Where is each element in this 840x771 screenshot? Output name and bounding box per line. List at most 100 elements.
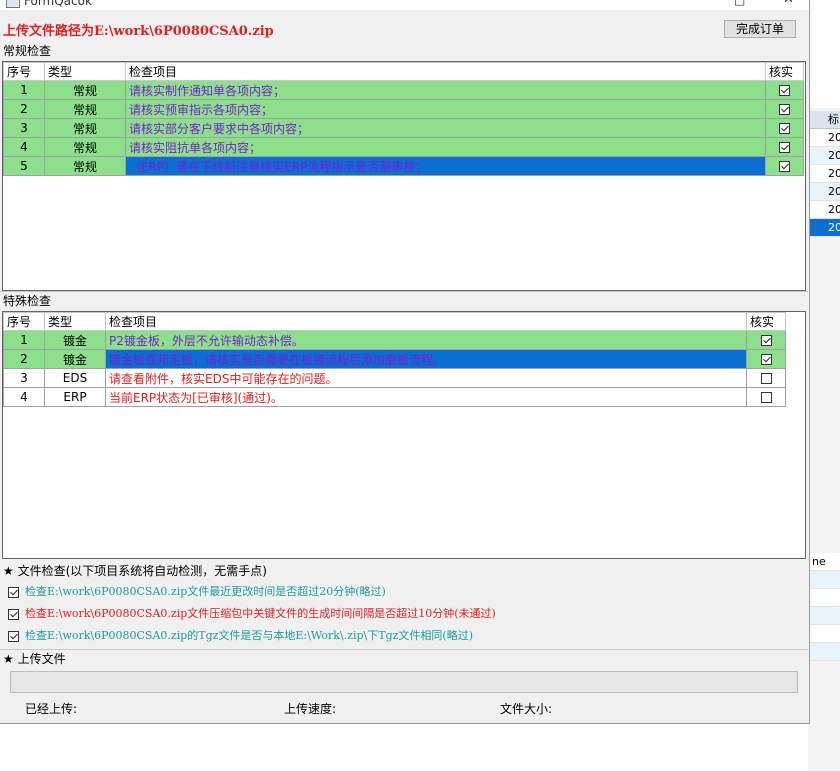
row-no: 3	[3, 118, 45, 138]
verify-checkbox[interactable]	[779, 85, 790, 96]
row-no: 3	[3, 368, 45, 388]
row-no: 4	[3, 137, 45, 157]
header-item[interactable]: 检查项目	[125, 62, 766, 81]
file-check-item[interactable]: 检查E:\work\6P0080CSA0.zip文件最近更改时间是否超过20分钟…	[8, 583, 386, 599]
upload-file-header: ★ 上传文件	[3, 652, 66, 666]
special-check-grid[interactable]: 序号 类型 检查项目 核实 1 镀金 P2镀金板，外层不允许输动态补偿。 2 镀…	[2, 311, 806, 559]
row-no: 1	[3, 80, 45, 100]
background-table-2-row[interactable]	[808, 607, 840, 625]
close-icon[interactable]: ✕	[783, 0, 794, 7]
background-table-row[interactable]: 20	[808, 183, 840, 201]
table-row[interactable]: 2 镀金 镀金板或邦定板，请核实是否需要在板镀流程后添加磨板流程。	[3, 349, 786, 369]
general-check-grid[interactable]: 序号 类型 检查项目 核实 1 常规 请核实制作通知单各项内容； 2 常规 请核…	[2, 61, 806, 291]
app-icon	[6, 0, 20, 8]
window-title: FormQacok	[24, 0, 92, 8]
verify-cell[interactable]	[765, 118, 804, 138]
upload-path-label: 上传文件路径为E:\work\6P0080CSA0.zip	[3, 24, 274, 39]
table-row[interactable]: 4 常规 请核实阻抗单各项内容；	[3, 137, 804, 157]
header-verify[interactable]: 核实	[765, 62, 804, 81]
divider	[0, 649, 808, 650]
table-row[interactable]: 5 常规 （ERP）请在下线前注意核实ERP流程指示是否漏审核；	[3, 156, 804, 176]
maximize-icon[interactable]: □	[734, 0, 745, 7]
table-row[interactable]: 2 常规 请核实预审指示各项内容；	[3, 99, 804, 119]
row-no: 1	[3, 330, 45, 350]
uploaded-label: 已经上传:	[25, 702, 78, 716]
row-no: 2	[3, 99, 45, 119]
file-check-checkbox[interactable]	[8, 586, 19, 598]
row-type: 常规	[44, 118, 126, 138]
background-table-2-row[interactable]	[808, 625, 840, 643]
header-type[interactable]: 类型	[44, 62, 126, 81]
row-type: 常规	[44, 80, 126, 100]
row-item: P2镀金板，外层不允许输动态补偿。	[105, 330, 747, 350]
background-app: 标 20 20 20 20 20 20 ne	[808, 0, 840, 771]
row-item-selected: （ERP）请在下线前注意核实ERP流程指示是否漏审核；	[125, 156, 766, 176]
background-table-2-row[interactable]	[808, 643, 840, 661]
table-row[interactable]: 3 EDS 请查看附件，核实EDS中可能存在的问题。	[3, 368, 786, 388]
verify-checkbox[interactable]	[779, 104, 790, 115]
table-row[interactable]: 4 ERP 当前ERP状态为[已审核](通过)。	[3, 387, 786, 407]
header-verify[interactable]: 核实	[746, 312, 786, 331]
background-table-2: ne	[808, 553, 840, 661]
row-no: 2	[3, 349, 45, 369]
row-item: 请核实预审指示各项内容；	[125, 99, 766, 119]
row-item: 当前ERP状态为[已审核](通过)。	[105, 387, 747, 407]
file-check-checkbox[interactable]	[8, 630, 19, 642]
file-check-text: 检查E:\work\6P0080CSA0.zip文件最近更改时间是否超过20分钟…	[25, 585, 386, 598]
header-type[interactable]: 类型	[44, 312, 106, 331]
table-row[interactable]: 1 镀金 P2镀金板，外层不允许输动态补偿。	[3, 330, 786, 350]
row-type: 镀金	[44, 349, 106, 369]
row-type: 常规	[44, 156, 126, 176]
table-row[interactable]: 1 常规 请核实制作通知单各项内容；	[3, 80, 804, 100]
row-item: 请核实阻抗单各项内容；	[125, 137, 766, 157]
verify-checkbox[interactable]	[779, 161, 790, 172]
row-no: 5	[3, 156, 45, 176]
special-check-label: 特殊检查	[3, 294, 52, 308]
background-table-header: 标	[808, 111, 840, 129]
background-table-2-row[interactable]	[808, 589, 840, 607]
background-table-row[interactable]: 20	[808, 147, 840, 165]
background-app-blank	[808, 0, 840, 108]
splitter[interactable]	[0, 291, 808, 292]
verify-cell[interactable]	[765, 137, 804, 157]
row-item: 请查看附件，核实EDS中可能存在的问题。	[105, 368, 747, 388]
file-check-checkbox[interactable]	[8, 608, 19, 620]
table-row[interactable]: 3 常规 请核实部分客户要求中各项内容；	[3, 118, 804, 138]
row-no: 4	[3, 387, 45, 407]
verify-cell[interactable]	[746, 387, 786, 407]
verify-checkbox[interactable]	[779, 142, 790, 153]
grid-header-row: 序号 类型 检查项目 核实	[3, 62, 804, 81]
background-table: 标 20 20 20 20 20 20	[808, 111, 840, 237]
background-table-2-row[interactable]	[808, 571, 840, 589]
complete-order-button[interactable]: 完成订单	[724, 20, 796, 38]
file-size-label: 文件大小:	[500, 702, 553, 716]
row-type: 常规	[44, 99, 126, 119]
title-bar[interactable]: FormQacok □ ✕	[0, 0, 809, 10]
verify-cell[interactable]	[765, 156, 804, 176]
background-table-row[interactable]: 20	[808, 129, 840, 147]
verify-checkbox[interactable]	[760, 392, 772, 403]
background-table-row[interactable]: 20	[808, 165, 840, 183]
background-table-row[interactable]: 20	[808, 201, 840, 219]
form-window: FormQacok □ ✕ 上传文件路径为E:\work\6P0080CSA0.…	[0, 0, 810, 724]
verify-cell[interactable]	[746, 330, 786, 350]
verify-checkbox[interactable]	[760, 373, 772, 384]
verify-checkbox[interactable]	[760, 354, 772, 365]
header-no[interactable]: 序号	[3, 312, 45, 331]
background-table-row[interactable]: 20	[808, 219, 840, 237]
verify-cell[interactable]	[746, 349, 786, 369]
file-check-item[interactable]: 检查E:\work\6P0080CSA0.zip的Tgz文件是否与本地E:\Wo…	[8, 627, 473, 643]
upload-progress-bar	[10, 671, 798, 693]
verify-checkbox[interactable]	[779, 123, 790, 134]
verify-checkbox[interactable]	[760, 335, 772, 346]
verify-cell[interactable]	[765, 99, 804, 119]
verify-cell[interactable]	[765, 80, 804, 100]
general-check-label: 常规检查	[3, 44, 52, 58]
verify-cell[interactable]	[746, 368, 786, 388]
upload-speed-label: 上传速度:	[284, 702, 337, 716]
row-item: 请核实部分客户要求中各项内容；	[125, 118, 766, 138]
header-no[interactable]: 序号	[3, 62, 45, 81]
file-check-item[interactable]: 检查E:\work\6P0080CSA0.zip文件压缩包中关键文件的生成时间间…	[8, 605, 496, 621]
header-item[interactable]: 检查项目	[105, 312, 747, 331]
file-check-text: 检查E:\work\6P0080CSA0.zip的Tgz文件是否与本地E:\Wo…	[25, 629, 473, 642]
